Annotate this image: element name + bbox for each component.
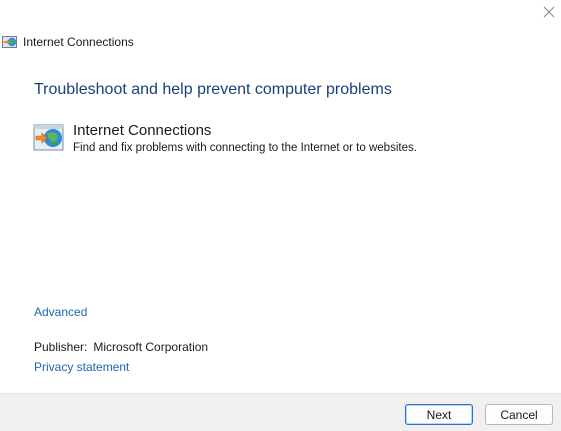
network-globe-icon (2, 36, 17, 48)
privacy-statement-link[interactable]: Privacy statement (34, 360, 129, 374)
close-icon (543, 6, 555, 18)
item-description: Find and fix problems with connecting to… (73, 142, 417, 154)
publisher-label: Publisher: (34, 340, 88, 354)
close-button[interactable] (537, 0, 561, 24)
next-button[interactable]: Next (405, 404, 473, 425)
advanced-link[interactable]: Advanced (34, 305, 87, 319)
network-globe-icon (33, 124, 64, 151)
troubleshooter-item-internet-connections[interactable]: Internet Connections Find and fix proble… (33, 121, 417, 156)
footer-bar: Next Cancel (0, 393, 561, 431)
title-bar: Internet Connections (2, 32, 134, 52)
troubleshooter-window: Internet Connections Troubleshoot and he… (0, 0, 561, 431)
publisher-info: Publisher: Microsoft Corporation (34, 340, 208, 354)
window-title: Internet Connections (23, 35, 134, 49)
cancel-button[interactable]: Cancel (485, 404, 553, 425)
publisher-value: Microsoft Corporation (93, 340, 209, 354)
page-heading: Troubleshoot and help prevent computer p… (34, 81, 392, 98)
item-title: Internet Connections (73, 122, 212, 139)
